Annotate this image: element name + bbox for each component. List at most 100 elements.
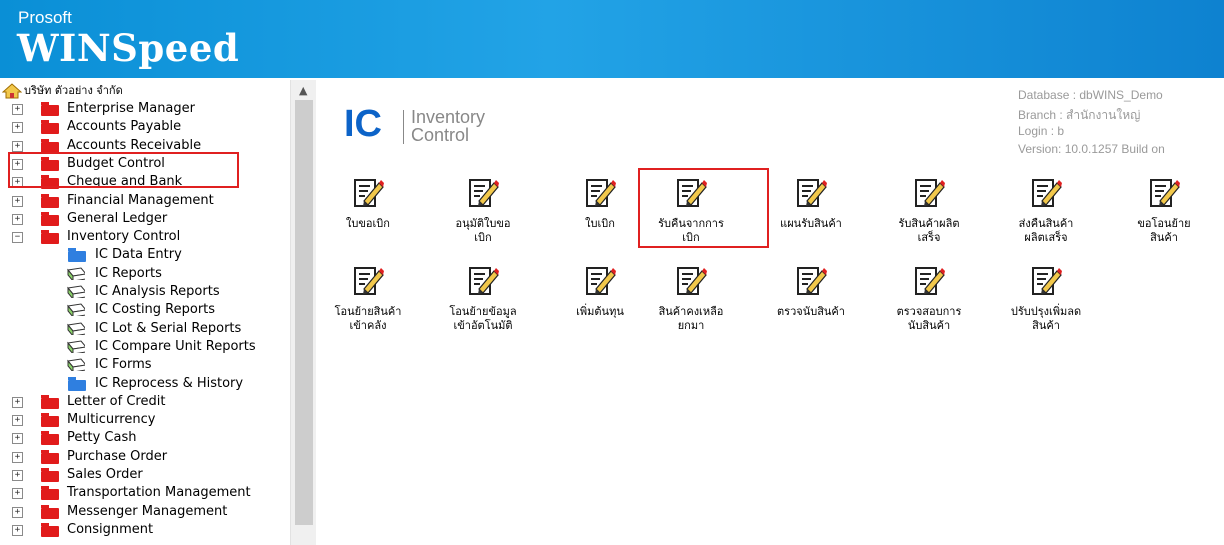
tree-root-label: บริษัท ตัวอย่าง จำกัด — [24, 84, 123, 97]
branch-info: Branch : สำนักงานใหญ่ — [1018, 108, 1141, 122]
collapse-icon[interactable]: − — [12, 232, 23, 244]
tree-item-label: Purchase Order — [67, 448, 168, 464]
edit-document-icon — [469, 267, 499, 295]
tile-label: ตรวจสอบการ นับสินค้า — [896, 305, 962, 332]
edit-document-icon — [1032, 267, 1062, 295]
tile-button[interactable]: แผนรับสินค้า — [756, 175, 866, 265]
tree-item-label: Accounts Payable — [67, 119, 182, 135]
red-folder-icon — [41, 504, 59, 519]
highlight-tile — [638, 168, 769, 248]
tile-button[interactable]: รับสินค้าผลิต เสร็จ — [874, 175, 984, 265]
highlight-inventory-control — [8, 152, 239, 188]
tile-label: ใบขอเบิก — [346, 217, 390, 230]
expand-icon[interactable]: + — [12, 506, 23, 518]
tree-item-label: IC Reprocess & History — [95, 375, 244, 391]
red-folder-icon — [41, 522, 59, 537]
red-folder-icon — [41, 431, 59, 446]
tile-label: โอนย้ายสินค้า เข้าคลัง — [334, 305, 402, 332]
red-folder-icon — [41, 468, 59, 482]
app-header: Prosoft WINSpeed — [0, 0, 1224, 78]
tree-item-label: Petty Cash — [67, 430, 137, 446]
edit-document-icon — [586, 267, 616, 295]
tile-button[interactable]: สินค้าคงเหลือ ยกมา — [636, 263, 746, 353]
expand-icon[interactable]: + — [12, 396, 23, 408]
edit-document-icon — [1032, 179, 1062, 207]
tree-item-label: Consignment — [67, 521, 154, 537]
version-info: Version: 10.0.1257 Build on — [1018, 142, 1165, 156]
edit-document-icon — [354, 267, 384, 295]
edit-document-icon — [915, 179, 945, 207]
expand-icon[interactable]: + — [12, 140, 23, 152]
edit-document-icon — [797, 267, 827, 295]
tile-label: รับสินค้าผลิต เสร็จ — [898, 217, 960, 244]
navigation-tree: บริษัท ตัวอย่าง จำกัด + Enterprise Manage… — [0, 80, 290, 545]
tree-item-label: Multicurrency — [67, 412, 156, 428]
expand-icon[interactable]: + — [12, 122, 23, 134]
expand-icon[interactable]: + — [12, 470, 23, 481]
edit-document-icon — [797, 179, 827, 207]
tile-button[interactable]: โอนย้ายสินค้า เข้าคลัง — [313, 263, 423, 353]
tree-item-label: IC Compare Unit Reports — [95, 338, 256, 354]
expand-icon[interactable]: + — [12, 415, 23, 427]
tile-button[interactable]: อนุมัติใบขอ เบิก — [428, 175, 538, 265]
tile-button[interactable]: ปรับปรุงเพิ่มลด สินค้า — [991, 263, 1101, 353]
tile-label: แผนรับสินค้า — [780, 217, 842, 230]
red-folder-icon — [41, 211, 59, 226]
scroll-thumb[interactable] — [295, 100, 313, 525]
tree-item-label: Financial Management — [67, 192, 214, 208]
tile-label: ส่งคืนสินค้า ผลิตเสร็จ — [1018, 217, 1074, 244]
red-folder-icon — [41, 138, 59, 153]
home-icon — [2, 83, 22, 99]
module-title-line2: Control — [411, 125, 470, 145]
login-info: Login : b — [1018, 124, 1065, 138]
expand-icon[interactable]: + — [12, 195, 23, 207]
tile-button[interactable]: โอนย้ายข้อมูล เข้าอัตโนมัติ — [428, 263, 538, 353]
edit-document-icon — [1150, 179, 1180, 207]
tile-label: โอนย้ายข้อมูล เข้าอัตโนมัติ — [449, 305, 517, 332]
red-folder-icon — [41, 230, 59, 245]
expand-icon[interactable]: + — [12, 213, 23, 225]
tree-item-label: IC Forms — [95, 357, 152, 373]
main-panel: IC Inventory Control Database : dbWINS_D… — [316, 80, 1224, 545]
tile-label: ปรับปรุงเพิ่มลด สินค้า — [1010, 305, 1082, 332]
red-folder-icon — [41, 102, 59, 116]
tile-button[interactable]: ส่งคืนสินค้า ผลิตเสร็จ — [991, 175, 1101, 265]
blue-folder-icon — [68, 248, 86, 263]
red-folder-icon — [41, 413, 59, 428]
tree-item-label: Letter of Credit — [67, 393, 166, 409]
tile-button[interactable]: ใบขอเบิก — [313, 175, 423, 265]
module-code: IC — [344, 103, 382, 145]
report-icon — [67, 267, 85, 280]
edit-document-icon — [469, 179, 499, 207]
scroll-up-icon[interactable]: ▲ — [299, 84, 307, 97]
tree-item-label: IC Lot & Serial Reports — [95, 320, 242, 336]
report-icon — [67, 303, 85, 317]
expand-icon[interactable]: + — [12, 104, 23, 115]
tree-item-label: IC Reports — [95, 265, 162, 281]
tree-item-label: Messenger Management — [67, 503, 228, 519]
edit-document-icon — [915, 267, 945, 295]
tile-button[interactable]: ขอโอนย้าย สินค้า — [1109, 175, 1219, 265]
red-folder-icon — [41, 394, 59, 409]
tree-item-label: Sales Order — [67, 467, 143, 482]
tile-label: ขอโอนย้าย สินค้า — [1137, 217, 1191, 244]
tree-item-label: Transportation Management — [67, 485, 251, 501]
brand-prosoft: Prosoft — [18, 8, 72, 27]
tree-item-label: General Ledger — [67, 210, 168, 226]
expand-icon[interactable]: + — [12, 524, 23, 536]
edit-document-icon — [586, 179, 616, 207]
report-icon — [67, 358, 85, 372]
tile-button[interactable]: ตรวจสอบการ นับสินค้า — [874, 263, 984, 353]
tree-item-label: IC Analysis Reports — [95, 284, 220, 299]
report-icon — [67, 340, 85, 353]
module-divider — [403, 110, 404, 144]
expand-icon[interactable]: + — [12, 451, 23, 463]
tile-button[interactable]: ตรวจนับสินค้า — [756, 263, 866, 353]
expand-icon[interactable]: + — [12, 488, 23, 500]
blue-folder-icon — [68, 376, 86, 391]
expand-icon[interactable]: + — [12, 433, 23, 445]
report-icon — [67, 322, 85, 335]
tree-item-label: Enterprise Manager — [67, 101, 195, 116]
database-info: Database : dbWINS_Demo — [1018, 88, 1163, 102]
tile-label: สินค้าคงเหลือ ยกมา — [658, 305, 724, 332]
